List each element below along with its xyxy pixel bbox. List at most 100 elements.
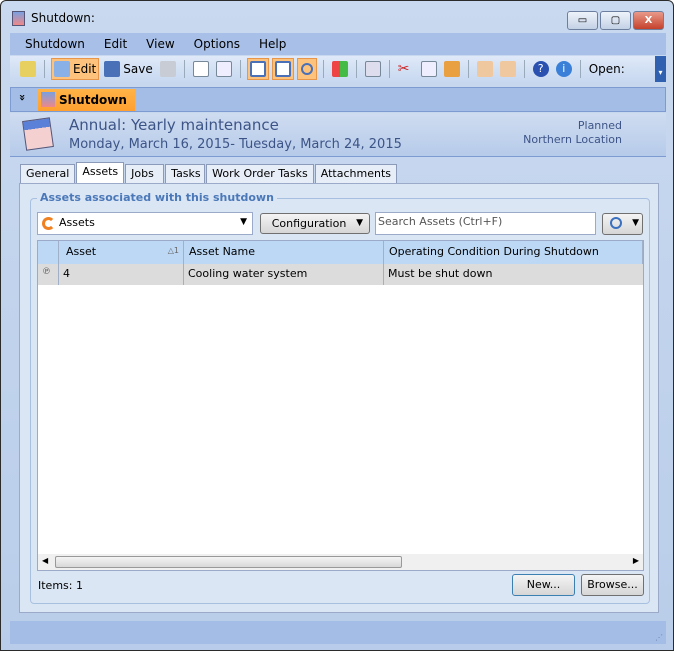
menu-shutdown[interactable]: Shutdown	[25, 37, 85, 51]
shutdown-window: Shutdown: ▭ ▢ X Shutdown Edit View Optio…	[0, 0, 674, 651]
scissors-icon: ✂	[397, 61, 410, 77]
edit-label: Edit	[73, 62, 97, 76]
tab-general[interactable]: General	[20, 164, 76, 183]
resize-grip-icon[interactable]: ⋰	[655, 633, 663, 642]
info-icon: i	[555, 61, 572, 77]
toolbar: Edit Save ✂ ? i Open: ▾	[10, 56, 666, 82]
menu-bar: Shutdown Edit View Options Help	[10, 33, 666, 55]
record-summary: Annual: Yearly maintenance Monday, March…	[10, 113, 666, 157]
asset-drops-icon: ℗	[38, 264, 59, 285]
info-button[interactable]: i	[554, 58, 574, 80]
windows-logo-icon	[331, 61, 348, 77]
cut-button[interactable]: ✂	[396, 58, 416, 80]
search-options-chevron-icon[interactable]: ▼	[632, 218, 639, 228]
find-button[interactable]	[296, 58, 317, 80]
chevron-down-icon: ▼	[356, 218, 363, 228]
close-button[interactable]: X	[633, 11, 664, 30]
save-button[interactable]: Save	[102, 58, 154, 80]
assets-grid: Asset △1 Asset Name Operating Condition D…	[37, 240, 644, 571]
record-title: Annual: Yearly maintenance	[69, 116, 279, 134]
new-document-icon	[192, 61, 209, 77]
grid-header: Asset △1 Asset Name Operating Condition D…	[38, 241, 643, 264]
save-icon	[104, 61, 121, 77]
menu-view[interactable]: View	[146, 37, 174, 51]
reject-button[interactable]	[498, 58, 518, 80]
tab-assets[interactable]: Assets	[76, 162, 125, 183]
browse-button[interactable]: Browse...	[581, 574, 644, 596]
configuration-label: Configuration	[271, 217, 347, 230]
tab-work-order-tasks[interactable]: Work Order Tasks	[206, 164, 314, 183]
split-vertical-icon	[249, 61, 266, 77]
cell-operating-condition: Must be shut down	[388, 267, 493, 280]
column-header-operating-condition[interactable]: Operating Condition During Shutdown	[384, 241, 643, 264]
search-input[interactable]: Search Assets (Ctrl+F)	[375, 212, 596, 235]
magnifier-icon	[610, 217, 622, 229]
horizontal-scrollbar[interactable]: ◀ ▶	[38, 554, 643, 570]
new-button[interactable]: New...	[512, 574, 575, 596]
copy-record-button[interactable]	[214, 58, 234, 80]
folder-up-icon	[20, 61, 36, 77]
table-row[interactable]: ℗ 4 Cooling water system Must be shut do…	[38, 264, 643, 285]
save-label: Save	[123, 62, 153, 76]
view-select[interactable]: Assets ▼	[37, 212, 253, 235]
refresh-button[interactable]	[158, 58, 178, 80]
refresh-icon	[159, 61, 176, 77]
copy-icon	[215, 61, 232, 77]
maximize-button[interactable]: ▢	[600, 11, 631, 30]
menu-options[interactable]: Options	[194, 37, 240, 51]
sort-ascending-icon: △1	[167, 246, 179, 255]
open-label: Open:	[588, 62, 625, 76]
windows-button[interactable]	[330, 58, 350, 80]
copy-icon	[420, 61, 437, 77]
send-button[interactable]	[363, 58, 383, 80]
envelope-icon	[364, 61, 381, 77]
tab-tasks[interactable]: Tasks	[165, 164, 206, 183]
view-select-value: Assets	[59, 216, 95, 229]
assets-group: Assets associated with this shutdown Ass…	[30, 191, 650, 604]
edit-button[interactable]: Edit	[51, 58, 100, 80]
record-status: Planned	[577, 119, 622, 132]
scroll-right-icon[interactable]: ▶	[633, 556, 639, 565]
minimize-button[interactable]: ▭	[567, 11, 598, 30]
column-header-asset-name[interactable]: Asset Name	[184, 241, 384, 264]
assets-tab-panel: Assets associated with this shutdown Ass…	[19, 183, 659, 613]
row-indicator-header	[38, 241, 59, 264]
clipboard-icon	[443, 61, 460, 77]
copy-button[interactable]	[419, 58, 439, 80]
record-tabs: General Assets Jobs Tasks Work Order Tas…	[20, 162, 398, 183]
assets-view-icon	[42, 217, 55, 230]
scroll-left-icon[interactable]: ◀	[42, 556, 48, 565]
shutdown-icon	[41, 92, 55, 107]
calendar-icon	[22, 117, 54, 151]
status-bar: ⋰	[10, 621, 666, 644]
go-up-button[interactable]	[18, 58, 38, 80]
help-button[interactable]: ?	[531, 58, 551, 80]
tab-attachments[interactable]: Attachments	[314, 164, 397, 183]
toolbar-overflow-button[interactable]: ▾	[655, 56, 666, 82]
magnifier-icon	[300, 63, 313, 75]
scrollbar-thumb[interactable]	[55, 556, 402, 568]
window-title: Shutdown:	[31, 11, 95, 25]
menu-help[interactable]: Help	[259, 37, 286, 51]
layout-split-horizontal-button[interactable]	[271, 58, 294, 80]
edit-icon	[54, 61, 70, 77]
split-horizontal-icon	[274, 61, 291, 77]
cell-asset-name: Cooling water system	[184, 264, 384, 285]
configuration-button[interactable]: Configuration ▼	[260, 213, 370, 234]
layout-split-vertical-button[interactable]	[246, 58, 269, 80]
cell-asset: 4	[59, 264, 184, 285]
paste-button[interactable]	[442, 58, 462, 80]
tab-jobs[interactable]: Jobs	[125, 164, 165, 183]
new-button[interactable]	[191, 58, 211, 80]
approve-button[interactable]	[475, 58, 495, 80]
record-dates: Monday, March 16, 2015- Tuesday, March 2…	[69, 137, 402, 152]
collapse-icon[interactable]: »	[16, 94, 29, 101]
menu-edit[interactable]: Edit	[104, 37, 127, 51]
column-header-asset[interactable]: Asset △1	[59, 241, 184, 264]
search-button[interactable]: ▼	[602, 213, 643, 235]
navigation-header: » Shutdown	[10, 87, 666, 112]
chevron-down-icon: ▼	[240, 217, 247, 227]
shutdown-nav-tab[interactable]: Shutdown	[38, 89, 135, 111]
shutdown-nav-label: Shutdown	[59, 93, 127, 107]
thumbs-up-icon	[476, 61, 493, 77]
